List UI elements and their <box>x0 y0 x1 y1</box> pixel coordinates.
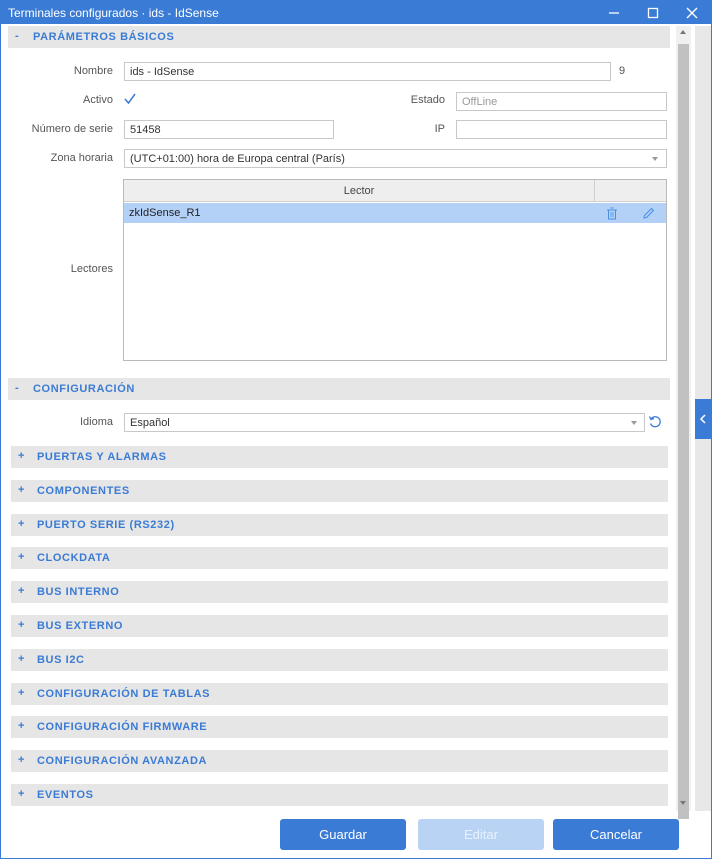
section-title: CONFIGURACIÓN AVANZADA <box>37 755 208 767</box>
section-collapsed[interactable]: + PUERTAS Y ALARMAS <box>11 446 668 468</box>
section-title: BUS EXTERNO <box>37 620 124 632</box>
column-header-lector[interactable]: Lector <box>124 180 595 202</box>
checkmark-icon <box>124 93 136 105</box>
scrollbar-thumb[interactable] <box>678 44 689 819</box>
maximize-button[interactable] <box>635 1 671 24</box>
section-collapsed[interactable]: + COMPONENTES <box>11 480 668 502</box>
section-title: COMPONENTES <box>37 485 130 497</box>
collapse-toggle: - <box>15 30 20 42</box>
expand-toggle: + <box>18 653 26 665</box>
expand-toggle: + <box>18 720 26 732</box>
scroll-up-icon[interactable] <box>680 30 686 34</box>
zona-label: Zona horaria <box>50 152 113 164</box>
section-collapsed[interactable]: + CLOCKDATA <box>11 547 668 569</box>
nombre-label: Nombre <box>73 65 113 77</box>
section-title: PARÁMETROS BÁSICOS <box>33 31 175 43</box>
section-title: PUERTO SERIE (RS232) <box>37 519 175 531</box>
lector-name-cell: zkIdSense_R1 <box>129 207 201 219</box>
expand-toggle: + <box>18 754 26 766</box>
idioma-select[interactable]: Español <box>124 413 645 432</box>
section-configuracion[interactable]: - CONFIGURACIÓN <box>8 378 670 400</box>
section-collapsed[interactable]: + CONFIGURACIÓN FIRMWARE <box>11 716 668 738</box>
side-panel-strip <box>695 26 711 811</box>
minimize-button[interactable] <box>596 1 632 24</box>
expand-toggle: + <box>18 585 26 597</box>
side-panel-toggle[interactable] <box>695 399 711 439</box>
section-collapsed[interactable]: + BUS I2C <box>11 649 668 671</box>
section-title: CONFIGURACIÓN <box>33 383 135 395</box>
activo-label: Activo <box>83 94 113 106</box>
expand-toggle: + <box>18 518 26 530</box>
section-title: PUERTAS Y ALARMAS <box>37 451 167 463</box>
lectores-label: Lectores <box>70 263 113 275</box>
estado-label: Estado <box>410 94 445 106</box>
serie-input[interactable]: 51458 <box>124 120 334 139</box>
section-collapsed[interactable]: + BUS INTERNO <box>11 581 668 603</box>
edit-button[interactable]: Editar <box>418 819 544 850</box>
cancel-button[interactable]: Cancelar <box>553 819 679 850</box>
close-icon <box>686 7 698 18</box>
expand-toggle: + <box>18 619 26 631</box>
scroll-down-icon[interactable] <box>680 801 686 805</box>
chevron-down-icon[interactable] <box>631 421 637 425</box>
expand-toggle: + <box>18 551 26 563</box>
save-button[interactable]: Guardar <box>280 819 406 850</box>
lectores-grid: Lector zkIdSense_R1 <box>123 179 667 361</box>
expand-toggle: + <box>18 788 26 800</box>
chevron-left-icon <box>699 414 706 424</box>
nombre-input[interactable]: ids - IdSense <box>124 62 611 81</box>
serie-label: Número de serie <box>31 123 113 135</box>
nombre-char-count: 9 <box>619 65 626 77</box>
section-collapsed[interactable]: + BUS EXTERNO <box>11 615 668 637</box>
expand-toggle: + <box>18 687 26 699</box>
table-row[interactable]: zkIdSense_R1 <box>124 203 666 223</box>
section-title: BUS I2C <box>37 654 85 666</box>
section-title: CONFIGURACIÓN DE TABLAS <box>37 688 211 700</box>
pencil-icon[interactable] <box>640 205 656 221</box>
reset-icon[interactable] <box>648 415 664 431</box>
expand-toggle: + <box>18 484 26 496</box>
section-collapsed[interactable]: + EVENTOS <box>11 784 668 806</box>
trash-icon[interactable] <box>604 205 620 221</box>
expand-toggle: + <box>18 450 26 462</box>
activo-checkbox[interactable] <box>123 92 137 106</box>
grid-header: Lector <box>124 180 666 202</box>
section-basic-parameters[interactable]: - PARÁMETROS BÁSICOS <box>8 26 670 48</box>
title-bar[interactable]: Terminales configurados · ids - IdSense <box>1 1 711 24</box>
section-title: BUS INTERNO <box>37 586 120 598</box>
section-collapsed[interactable]: + CONFIGURACIÓN DE TABLAS <box>11 683 668 705</box>
maximize-icon <box>647 7 659 18</box>
ip-label: IP <box>434 123 445 135</box>
chevron-down-icon[interactable] <box>652 157 658 161</box>
vertical-scrollbar[interactable] <box>676 26 691 819</box>
section-collapsed[interactable]: + CONFIGURACIÓN AVANZADA <box>11 750 668 772</box>
idioma-label: Idioma <box>79 416 113 428</box>
close-button[interactable] <box>674 1 710 24</box>
estado-field: OffLine <box>456 92 667 111</box>
section-title: CLOCKDATA <box>37 552 111 564</box>
section-collapsed[interactable]: + PUERTO SERIE (RS232) <box>11 514 668 536</box>
zona-select[interactable]: (UTC+01:00) hora de Europa central (Parí… <box>124 149 667 168</box>
section-title: CONFIGURACIÓN FIRMWARE <box>37 721 208 733</box>
window-title: Terminales configurados · ids - IdSense <box>8 6 219 20</box>
section-title: EVENTOS <box>37 789 94 801</box>
collapse-toggle: - <box>15 382 20 394</box>
dialog-window: Terminales configurados · ids - IdSense … <box>0 0 712 859</box>
minimize-icon <box>609 11 619 14</box>
ip-input[interactable] <box>456 120 667 139</box>
